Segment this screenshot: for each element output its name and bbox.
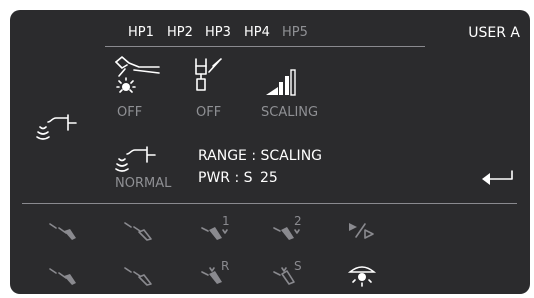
control-panel: HP1 HP2 HP3 HP4 HP5 USER A OFF OFF SCALI… — [10, 10, 530, 294]
power-level-icon[interactable] — [266, 68, 296, 96]
next-page-icon[interactable] — [348, 221, 376, 239]
light-status: OFF — [117, 105, 143, 120]
handpiece-s-icon[interactable]: S — [272, 259, 312, 290]
light-icon[interactable] — [113, 56, 161, 100]
scaler-mode-icon[interactable] — [115, 146, 157, 172]
mode-label: SCALING — [261, 105, 319, 120]
power-label: PWR : S — [198, 170, 253, 186]
water-icon[interactable] — [192, 58, 232, 100]
section-divider — [22, 203, 517, 204]
handpiece-3-icon[interactable]: 1 — [200, 214, 240, 244]
range-text: RANGE : SCALING — [198, 148, 323, 164]
handpiece-1-icon[interactable] — [48, 220, 80, 242]
user-label[interactable]: USER A — [468, 25, 520, 41]
tab-hp4[interactable]: HP4 — [244, 25, 270, 40]
header-divider — [105, 46, 425, 47]
handpiece-4-icon[interactable]: 2 — [272, 214, 312, 244]
tab-hp2[interactable]: HP2 — [167, 25, 193, 40]
handpiece-s-letter: S — [294, 259, 302, 273]
handpiece-4-number: 2 — [294, 214, 302, 228]
water-status: OFF — [196, 105, 222, 120]
handpiece-3-number: 1 — [222, 214, 230, 228]
operating-light-icon[interactable] — [347, 263, 377, 289]
scaler-mode-label: NORMAL — [115, 176, 172, 191]
handpiece-6-icon[interactable] — [123, 265, 155, 287]
enter-icon[interactable] — [480, 170, 514, 186]
tab-hp5[interactable]: HP5 — [282, 25, 308, 40]
handpiece-5-icon[interactable] — [48, 265, 80, 287]
tab-hp1[interactable]: HP1 — [128, 25, 154, 40]
tab-hp3[interactable]: HP3 — [205, 25, 231, 40]
scaler-icon[interactable] — [36, 114, 78, 140]
handpiece-r-icon[interactable]: R — [200, 259, 240, 290]
power-value: 25 — [260, 170, 278, 186]
handpiece-2-icon[interactable] — [123, 220, 155, 242]
handpiece-r-letter: R — [221, 259, 229, 273]
